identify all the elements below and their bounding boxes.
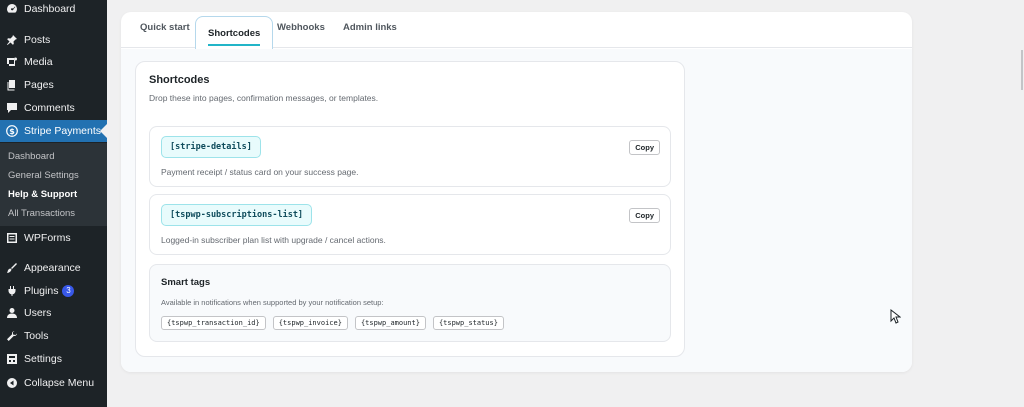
shortcode-item: [tspwp-subscriptions-list] Copy Logged-i…	[149, 194, 671, 255]
plugins-update-badge: 3	[62, 285, 75, 297]
submenu-dashboard[interactable]: Dashboard	[8, 151, 54, 162]
tab-shortcodes[interactable]: Shortcodes	[195, 16, 274, 49]
dashboard-icon	[6, 3, 18, 15]
mouse-cursor-icon	[890, 309, 901, 324]
shortcode-code[interactable]: [tspwp-subscriptions-list]	[161, 204, 313, 226]
svg-text:$: $	[9, 127, 15, 136]
shortcode-item: [stripe-details] Copy Payment receipt / …	[149, 126, 671, 187]
shortcode-description: Payment receipt / status card on your su…	[161, 167, 359, 177]
dollar-icon: $	[6, 125, 18, 137]
shortcode-code[interactable]: [stripe-details]	[161, 136, 261, 158]
pin-icon	[6, 34, 18, 46]
collapse-icon	[6, 377, 18, 389]
smart-tags-section: Smart tags Available in notifications wh…	[149, 264, 671, 342]
tab-webhooks[interactable]: Webhooks	[277, 22, 325, 33]
admin-sidebar: Dashboard Posts Media Pages Comments $ S…	[0, 0, 107, 407]
pages-icon	[6, 79, 18, 91]
panel-body: Shortcodes Drop these into pages, confir…	[121, 49, 912, 372]
menu-comments[interactable]: Comments	[0, 97, 107, 119]
smart-tag[interactable]: {tspwp_invoice}	[272, 316, 348, 330]
menu-appearance[interactable]: Appearance	[0, 257, 107, 279]
user-icon	[6, 307, 18, 319]
tab-quick-start[interactable]: Quick start	[140, 22, 190, 33]
wrench-icon	[6, 330, 18, 342]
menu-plugins[interactable]: Plugins 3	[0, 280, 107, 302]
submenu-general-settings[interactable]: General Settings	[8, 170, 79, 181]
shortcode-description: Logged-in subscriber plan list with upgr…	[161, 235, 386, 245]
tab-bar: Quick start Shortcodes Webhooks Admin li…	[121, 12, 912, 49]
smart-tags-description: Available in notifications when supporte…	[161, 298, 384, 307]
menu-tools[interactable]: Tools	[0, 325, 107, 347]
copy-button[interactable]: Copy	[629, 208, 660, 223]
page-scrollbar[interactable]	[1021, 50, 1023, 90]
menu-media[interactable]: Media	[0, 51, 107, 73]
menu-users[interactable]: Users	[0, 302, 107, 324]
copy-button[interactable]: Copy	[629, 140, 660, 155]
shortcodes-card: Shortcodes Drop these into pages, confir…	[135, 61, 685, 357]
submenu-all-transactions[interactable]: All Transactions	[8, 208, 75, 219]
smart-tag[interactable]: {tspwp_status}	[432, 316, 504, 330]
smart-tag[interactable]: {tspwp_amount}	[354, 316, 426, 330]
stripe-submenu: Dashboard General Settings Help & Suppor…	[0, 143, 107, 226]
menu-dashboard[interactable]: Dashboard	[0, 0, 107, 20]
tab-admin-links[interactable]: Admin links	[343, 22, 397, 33]
media-icon	[6, 56, 18, 68]
smart-tags-list: {tspwp_transaction_id} {tspwp_invoice} {…	[161, 316, 504, 330]
shortcodes-description: Drop these into pages, confirmation mess…	[149, 93, 379, 103]
brush-icon	[6, 262, 18, 274]
help-support-panel: Quick start Shortcodes Webhooks Admin li…	[121, 12, 912, 372]
menu-settings[interactable]: Settings	[0, 348, 107, 370]
shortcodes-title: Shortcodes	[149, 74, 210, 86]
forms-icon	[6, 232, 18, 244]
plug-icon	[6, 285, 18, 297]
submenu-help-support[interactable]: Help & Support	[8, 189, 77, 200]
menu-posts[interactable]: Posts	[0, 29, 107, 51]
smart-tag[interactable]: {tspwp_transaction_id}	[161, 316, 266, 330]
menu-stripe-payments[interactable]: $ Stripe Payments	[0, 120, 107, 142]
smart-tags-title: Smart tags	[161, 277, 211, 288]
menu-pages[interactable]: Pages	[0, 74, 107, 96]
settings-icon	[6, 353, 18, 365]
menu-wpforms[interactable]: WPForms	[0, 227, 107, 249]
comment-icon	[6, 102, 18, 114]
menu-collapse[interactable]: Collapse Menu	[0, 372, 107, 394]
